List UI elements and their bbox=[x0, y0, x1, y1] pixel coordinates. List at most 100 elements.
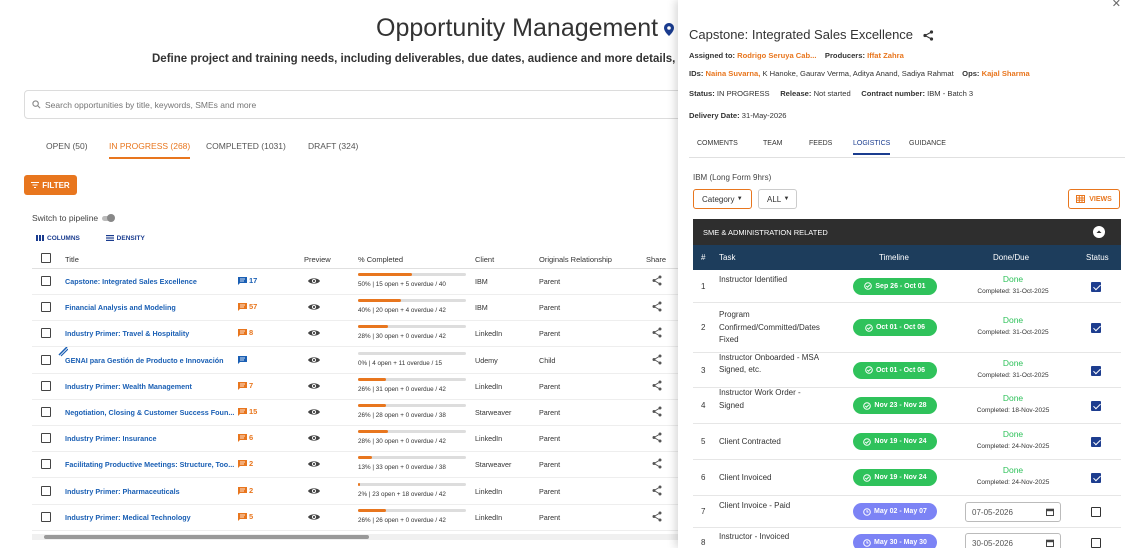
eye-icon[interactable] bbox=[308, 329, 320, 337]
row-title-link[interactable]: Negotiation, Closing & Customer Success … bbox=[65, 408, 234, 417]
toggle-switch[interactable] bbox=[102, 214, 116, 223]
row-title-link[interactable]: Industry Primer: Medical Technology bbox=[65, 513, 191, 522]
tab-draft[interactable]: DRAFT (324) bbox=[308, 141, 358, 157]
table-row[interactable]: Industry Primer: Pharmaceuticals 2 2% | … bbox=[32, 479, 692, 505]
row-checkbox[interactable] bbox=[41, 433, 51, 444]
table-row[interactable]: Industry Primer: Medical Technology 5 26… bbox=[32, 505, 692, 531]
scrollbar-thumb[interactable] bbox=[44, 535, 369, 539]
status-checkbox[interactable] bbox=[1091, 473, 1101, 483]
share-icon[interactable] bbox=[923, 30, 934, 41]
table-row[interactable]: Financial Analysis and Modeling 57 40% |… bbox=[32, 295, 692, 322]
section-header[interactable]: SME & ADMINISTRATION RELATED bbox=[693, 219, 1121, 245]
table-row[interactable]: GENAI para Gestión de Producto e Innovac… bbox=[32, 346, 692, 374]
eye-icon[interactable] bbox=[308, 303, 320, 311]
due-date-input[interactable]: 30-05-2026 bbox=[965, 533, 1061, 548]
share-icon[interactable] bbox=[652, 432, 662, 443]
row-title-link[interactable]: GENAI para Gestión de Producto e Innovac… bbox=[65, 356, 224, 365]
search-box[interactable] bbox=[24, 90, 704, 119]
share-icon[interactable] bbox=[652, 301, 662, 312]
share-icon[interactable] bbox=[652, 327, 662, 338]
status-checkbox[interactable] bbox=[1091, 323, 1101, 333]
eye-icon[interactable] bbox=[308, 277, 320, 285]
comment-count[interactable]: 7 bbox=[238, 381, 253, 390]
tab-open[interactable]: OPEN (50) bbox=[46, 141, 88, 157]
comment-count[interactable]: 5 bbox=[238, 512, 253, 521]
comment-count[interactable] bbox=[238, 355, 249, 364]
col-preview[interactable]: Preview bbox=[304, 255, 331, 264]
eye-icon[interactable] bbox=[308, 382, 320, 390]
row-title-link[interactable]: Industry Primer: Travel & Hospitality bbox=[65, 329, 189, 338]
status-checkbox[interactable] bbox=[1091, 437, 1101, 447]
row-title-link[interactable]: Industry Primer: Pharmaceuticals bbox=[65, 487, 180, 496]
eye-icon[interactable] bbox=[308, 513, 320, 521]
col-client[interactable]: Client bbox=[475, 255, 494, 264]
row-checkbox[interactable] bbox=[41, 511, 51, 522]
close-icon[interactable]: ✕ bbox=[1112, 0, 1121, 10]
share-icon[interactable] bbox=[652, 354, 662, 365]
row-title-link[interactable]: Industry Primer: Insurance bbox=[65, 434, 156, 443]
status-checkbox[interactable] bbox=[1091, 538, 1101, 548]
row-checkbox[interactable] bbox=[41, 354, 51, 365]
status-checkbox[interactable] bbox=[1091, 281, 1101, 292]
col-completed[interactable]: % Completed bbox=[358, 255, 403, 264]
calendar-icon[interactable] bbox=[1046, 539, 1054, 547]
col-title[interactable]: Title bbox=[65, 255, 79, 264]
row-checkbox[interactable] bbox=[41, 302, 51, 313]
row-title-link[interactable]: Facilitating Productive Meetings: Struct… bbox=[65, 460, 234, 469]
tab-in-progress[interactable]: IN PROGRESS (268) bbox=[109, 141, 191, 159]
share-icon[interactable] bbox=[652, 511, 662, 522]
row-title-link[interactable]: Capstone: Integrated Sales Excellence bbox=[65, 277, 197, 286]
table-row[interactable]: Industry Primer: Travel & Hospitality 8 … bbox=[32, 321, 692, 348]
search-input[interactable] bbox=[45, 97, 645, 113]
row-checkbox[interactable] bbox=[41, 407, 51, 417]
share-icon[interactable] bbox=[652, 406, 662, 417]
collapse-icon[interactable] bbox=[1093, 226, 1105, 238]
views-button[interactable]: VIEWS bbox=[1068, 189, 1120, 209]
eye-icon[interactable] bbox=[308, 487, 320, 495]
eye-icon[interactable] bbox=[308, 408, 320, 416]
table-row[interactable]: Industry Primer: Insurance 6 28% | 30 op… bbox=[32, 426, 692, 453]
row-title-link[interactable]: Industry Primer: Wealth Management bbox=[65, 382, 192, 391]
table-row[interactable]: Industry Primer: Wealth Management 7 26%… bbox=[32, 374, 692, 400]
status-checkbox[interactable] bbox=[1091, 365, 1101, 376]
eye-icon[interactable] bbox=[308, 434, 320, 442]
producers[interactable]: Iffat Zahra bbox=[867, 51, 904, 60]
table-row[interactable]: Negotiation, Closing & Customer Success … bbox=[32, 400, 692, 426]
share-icon[interactable] bbox=[652, 380, 662, 391]
pipeline-switch[interactable]: Switch to pipeline bbox=[32, 213, 116, 223]
eye-icon[interactable] bbox=[308, 356, 320, 364]
comment-count[interactable]: 8 bbox=[238, 328, 253, 338]
tab-team[interactable]: TEAM bbox=[763, 140, 782, 153]
share-icon[interactable] bbox=[652, 458, 662, 469]
row-checkbox[interactable] bbox=[41, 485, 51, 496]
comment-count[interactable]: 15 bbox=[238, 407, 257, 417]
tab-guidance[interactable]: GUIDANCE bbox=[909, 140, 946, 153]
table-row[interactable]: Capstone: Integrated Sales Excellence 17… bbox=[32, 269, 692, 295]
comment-count[interactable]: 2 bbox=[238, 459, 253, 469]
col-relationship[interactable]: Originals Relationship bbox=[539, 255, 612, 264]
filter-button[interactable]: FILTER bbox=[24, 175, 77, 195]
tab-logistics[interactable]: LOGISTICS bbox=[853, 140, 891, 155]
eye-icon[interactable] bbox=[308, 460, 320, 468]
select-all-checkbox[interactable] bbox=[41, 253, 51, 263]
comment-count[interactable]: 6 bbox=[238, 433, 253, 443]
assigned-to[interactable]: Rodrigo Seruya Cab... bbox=[737, 51, 816, 60]
tab-comments[interactable]: COMMENTS bbox=[697, 140, 738, 153]
calendar-icon[interactable] bbox=[1046, 508, 1054, 516]
comment-count[interactable]: 2 bbox=[238, 486, 253, 495]
columns-button[interactable]: COLUMNS bbox=[36, 235, 92, 242]
share-icon[interactable] bbox=[652, 275, 662, 286]
table-row[interactable]: Facilitating Productive Meetings: Struct… bbox=[32, 452, 692, 479]
row-checkbox[interactable] bbox=[41, 276, 51, 286]
tab-feeds[interactable]: FEEDS bbox=[809, 140, 832, 153]
all-select[interactable]: ALL ▼ bbox=[758, 189, 797, 209]
share-icon[interactable] bbox=[652, 485, 662, 496]
col-share[interactable]: Share bbox=[646, 255, 666, 264]
row-title-link[interactable]: Financial Analysis and Modeling bbox=[65, 303, 176, 312]
tab-completed[interactable]: COMPLETED (1031) bbox=[206, 141, 286, 157]
due-date-input[interactable]: 07-05-2026 bbox=[965, 502, 1061, 522]
status-checkbox[interactable] bbox=[1091, 401, 1101, 411]
comment-count[interactable]: 17 bbox=[238, 276, 257, 286]
category-select[interactable]: Category ▼ bbox=[693, 189, 752, 209]
status-checkbox[interactable] bbox=[1091, 507, 1101, 517]
